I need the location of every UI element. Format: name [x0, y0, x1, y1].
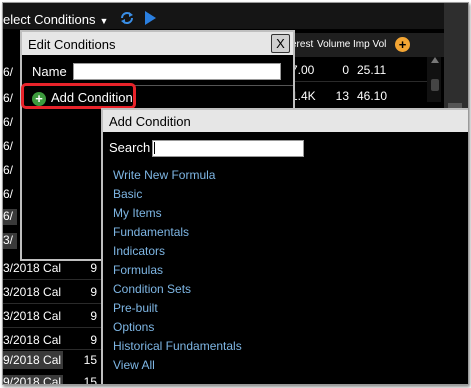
highlight-annotation	[21, 83, 136, 109]
name-field[interactable]	[73, 63, 281, 80]
menu-item-fundamentals[interactable]: Fundamentals	[113, 225, 189, 239]
date-cell: 9/2018 Cal	[3, 351, 63, 369]
grid-cell: 9	[90, 285, 97, 299]
date-cell: 6/	[3, 91, 14, 105]
row-divider	[289, 81, 427, 82]
menu-item-indicators[interactable]: Indicators	[113, 244, 165, 258]
grid-cell: 13	[335, 89, 349, 103]
date-cell: 6/	[3, 115, 14, 129]
row-divider	[3, 349, 101, 350]
menu-item-formulas[interactable]: Formulas	[113, 263, 163, 277]
dialog-titlebar[interactable]: Add Condition	[103, 110, 468, 132]
menu-item-options[interactable]: Options	[113, 320, 154, 334]
menu-item-basic[interactable]: Basic	[113, 187, 142, 201]
date-cell: 6/	[3, 65, 14, 79]
grid-cell: 46.10	[357, 89, 388, 103]
grid-cell: 9	[90, 261, 97, 275]
menu-item-condition-sets[interactable]: Condition Sets	[113, 282, 191, 296]
row-divider	[3, 327, 101, 328]
grid-cell: 9	[90, 333, 97, 347]
row-divider	[3, 303, 101, 304]
select-conditions-label: elect Conditions	[3, 12, 96, 27]
menu-item-pre-built[interactable]: Pre-built	[113, 301, 158, 315]
date-cell: 3/2018 Cal	[3, 333, 62, 347]
date-cell: 3/2018 Cal	[3, 285, 62, 299]
date-cell: 6/	[3, 139, 14, 153]
date-cell: 3/2018 Cal	[3, 309, 62, 323]
dialog-titlebar[interactable]: Edit Conditions X	[22, 32, 293, 55]
grid-cell: 15	[83, 353, 97, 367]
close-button[interactable]: X	[271, 34, 290, 53]
grid-cell: 0	[342, 63, 349, 77]
dialog-title: Edit Conditions	[28, 37, 116, 52]
date-cell: 9/2018 Cal	[3, 375, 63, 385]
scroll-thumb[interactable]	[431, 79, 439, 91]
search-label: Search	[109, 140, 151, 155]
menu-item-view-all[interactable]: View All	[113, 358, 155, 372]
toolbar: elect Conditions ▼	[3, 3, 444, 29]
refresh-icon[interactable]	[119, 11, 135, 25]
row-divider	[3, 279, 101, 280]
date-cell: 6/	[3, 187, 14, 201]
grid-cell: 9	[90, 309, 97, 323]
app-window: elect Conditions ▼ erest Volume Imp Vol +…	[2, 2, 469, 385]
add-column-icon[interactable]: +	[395, 37, 410, 52]
add-condition-dialog: Add Condition Search Write New Formula B…	[101, 108, 468, 384]
menu-item-historical-fundamentals[interactable]: Historical Fundamentals	[113, 339, 242, 353]
column-header-imp-vol[interactable]: Imp Vol	[353, 33, 389, 57]
scroll-up-icon[interactable]	[431, 57, 439, 63]
grid-cell: 15	[83, 375, 97, 385]
date-cell: 3/2018 Cal	[3, 261, 62, 275]
play-icon[interactable]	[144, 11, 156, 25]
search-input[interactable]	[152, 140, 304, 157]
date-cell: 6/	[3, 209, 17, 225]
date-cell: 6/	[3, 163, 14, 177]
menu-item-write-new-formula[interactable]: Write New Formula	[113, 168, 215, 182]
date-cell: 3/	[3, 233, 17, 249]
select-conditions-dropdown[interactable]: elect Conditions ▼	[3, 12, 108, 27]
menu-item-my-items[interactable]: My Items	[113, 206, 162, 220]
dialog-title: Add Condition	[109, 114, 191, 129]
grid-cell: 25.11	[357, 63, 387, 77]
chevron-down-icon: ▼	[99, 16, 109, 26]
name-label: Name	[32, 64, 67, 79]
column-header-volume[interactable]: Volume	[317, 33, 351, 57]
text-cursor	[154, 142, 155, 154]
